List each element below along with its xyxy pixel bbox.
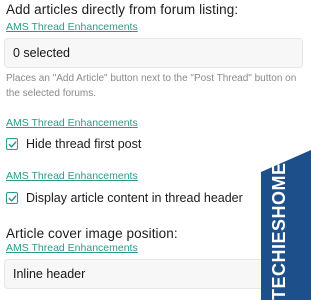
hide-first-post-checkbox[interactable] xyxy=(6,138,18,150)
watermark-logo: TECHIESHOME.COM xyxy=(261,113,311,300)
forum-listing-heading: Add articles directly from forum listing… xyxy=(6,2,239,17)
display-content-label: Display article content in thread header xyxy=(26,191,243,205)
cover-position-selected-value: Inline header xyxy=(13,267,86,281)
cover-position-heading: Article cover image position: xyxy=(6,226,178,241)
forum-listing-addon-link[interactable]: AMS Thread Enhancements xyxy=(6,21,138,33)
display-content-addon-link[interactable]: AMS Thread Enhancements xyxy=(6,170,138,182)
check-icon xyxy=(8,140,16,148)
hide-first-post-addon-link[interactable]: AMS Thread Enhancements xyxy=(6,117,138,129)
hide-first-post-option[interactable]: Hide thread first post xyxy=(6,137,141,151)
forum-listing-field-value: 0 selected xyxy=(13,46,70,60)
cover-position-select[interactable]: Inline header xyxy=(4,259,304,289)
cover-position-addon-link[interactable]: AMS Thread Enhancements xyxy=(6,242,138,254)
forum-listing-hint: Places an "Add Article" button next to t… xyxy=(6,73,297,99)
options-page: Add articles directly from forum listing… xyxy=(0,0,311,300)
forum-listing-select-field[interactable]: 0 selected xyxy=(4,38,303,68)
hide-first-post-label: Hide thread first post xyxy=(26,137,142,151)
check-icon xyxy=(8,194,16,202)
watermark-text: TECHIESHOME.COM xyxy=(269,113,289,300)
display-content-checkbox[interactable] xyxy=(6,192,18,204)
display-content-option[interactable]: Display article content in thread header xyxy=(6,191,243,205)
